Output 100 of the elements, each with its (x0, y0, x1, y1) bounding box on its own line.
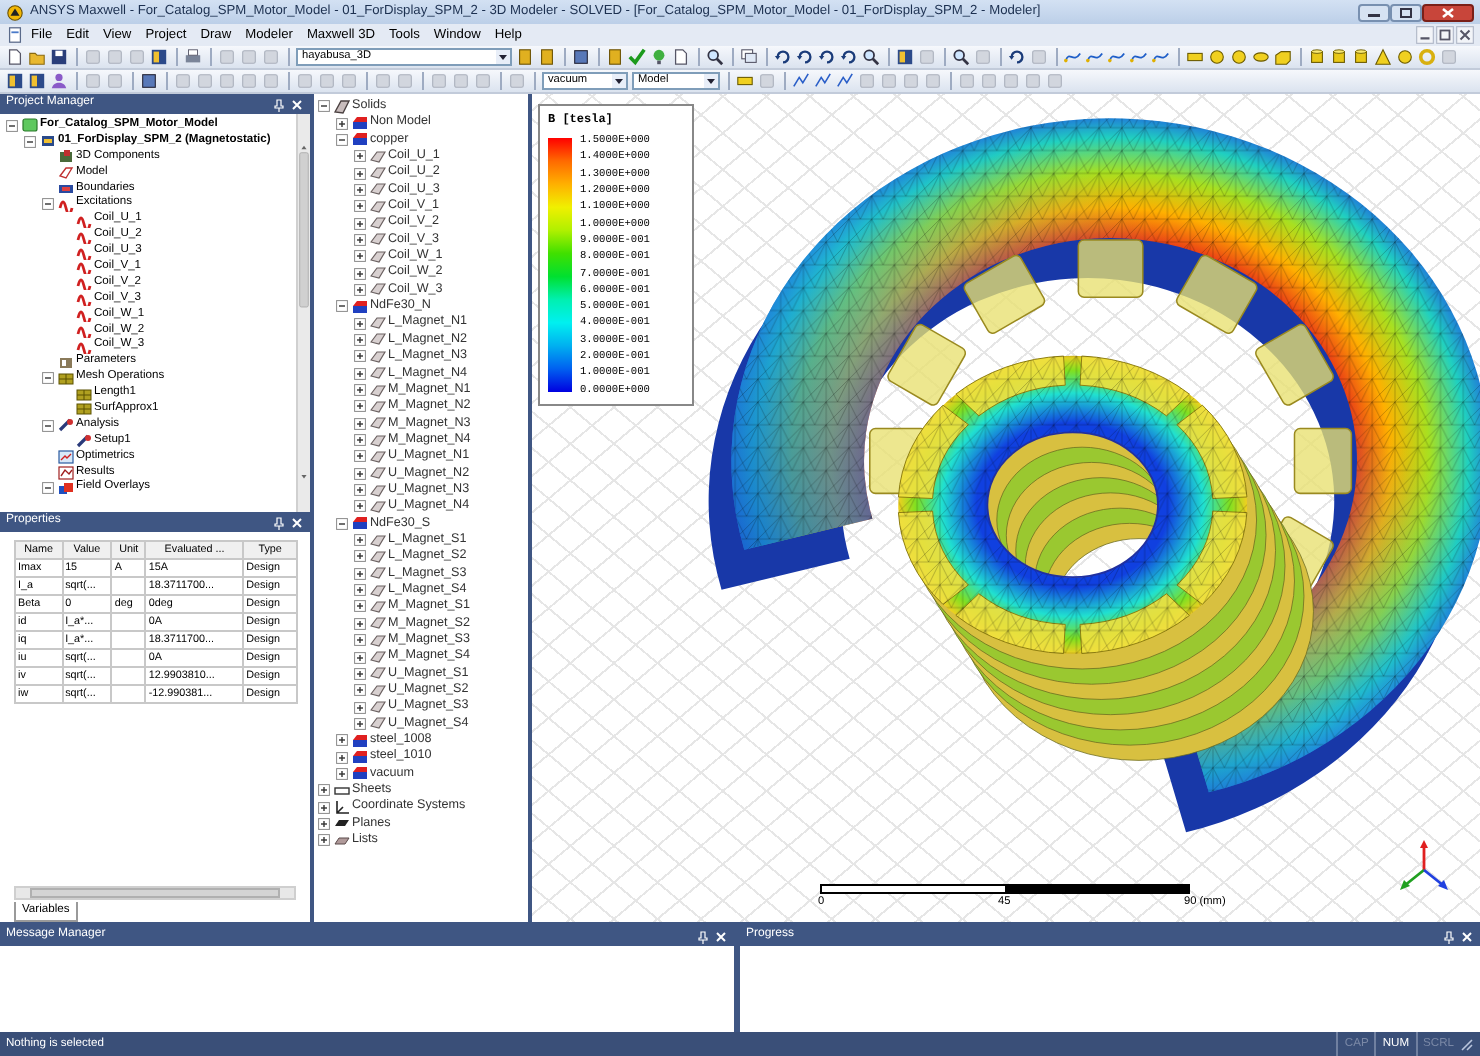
magnifier-icon[interactable] (706, 48, 724, 66)
curve-icon[interactable] (1064, 48, 1082, 66)
rectangle-icon[interactable] (1186, 48, 1204, 66)
expand-toggle[interactable] (336, 751, 348, 764)
cylinder-icon[interactable] (1352, 48, 1370, 66)
window-icon[interactable] (740, 48, 758, 66)
app-logo-icon (6, 3, 24, 21)
restore-icon[interactable] (1436, 26, 1454, 44)
maximize-icon[interactable] (1390, 3, 1422, 21)
cylinder-icon[interactable] (1308, 48, 1326, 66)
vertical-scrollbar[interactable] (296, 114, 310, 512)
expand-toggle[interactable] (354, 317, 366, 330)
expand-toggle[interactable] (354, 183, 366, 196)
minimize-icon[interactable] (1416, 26, 1434, 44)
expand-toggle[interactable] (354, 417, 366, 430)
panel-icon[interactable] (150, 48, 168, 66)
minimize-icon[interactable] (1358, 3, 1390, 21)
cube-icon[interactable] (572, 48, 590, 66)
person-icon[interactable] (50, 72, 68, 90)
expand-toggle[interactable] (354, 567, 366, 580)
expand-toggle[interactable] (318, 784, 330, 797)
expand-toggle[interactable] (354, 667, 366, 680)
expand-toggle[interactable] (354, 584, 366, 597)
expand-toggle[interactable] (354, 467, 366, 480)
expand-toggle[interactable] (354, 600, 366, 613)
expand-toggle[interactable] (354, 384, 366, 397)
check-icon[interactable] (628, 48, 646, 66)
expand-toggle[interactable] (354, 367, 366, 380)
expand-toggle[interactable] (42, 419, 54, 432)
circle-icon[interactable] (1396, 48, 1414, 66)
expand-toggle[interactable] (6, 119, 18, 132)
document-icon[interactable] (6, 26, 24, 44)
expand-toggle[interactable] (354, 217, 366, 230)
curve-icon[interactable] (1086, 48, 1104, 66)
magnifier-icon[interactable] (862, 48, 880, 66)
bulb-icon[interactable] (650, 48, 668, 66)
expand-toggle[interactable] (336, 133, 348, 146)
expand-toggle[interactable] (354, 617, 366, 630)
circle-icon[interactable] (1208, 48, 1226, 66)
expand-toggle[interactable] (354, 233, 366, 246)
curve-icon[interactable] (1152, 48, 1170, 66)
expand-toggle[interactable] (336, 734, 348, 747)
expand-toggle[interactable] (354, 167, 366, 180)
expand-toggle[interactable] (336, 300, 348, 313)
magnifier-icon[interactable] (952, 48, 970, 66)
rectangle-icon[interactable] (736, 72, 754, 90)
curve-icon[interactable] (1108, 48, 1126, 66)
pin-icon[interactable] (272, 97, 286, 111)
pin-icon[interactable] (272, 515, 286, 529)
cylinder-icon[interactable] (1330, 48, 1348, 66)
panel-icon[interactable] (6, 72, 24, 90)
expand-toggle[interactable] (354, 550, 366, 563)
curve-icon[interactable] (1130, 48, 1148, 66)
close-icon[interactable] (1422, 3, 1474, 21)
expand-toggle[interactable] (354, 400, 366, 413)
expand-toggle[interactable] (42, 198, 54, 211)
close-icon[interactable] (1456, 26, 1474, 44)
expand-toggle[interactable] (318, 834, 330, 847)
cube-icon[interactable] (140, 72, 158, 90)
rotate-icon[interactable] (1008, 48, 1026, 66)
design-icon (39, 134, 55, 149)
expand-toggle[interactable] (354, 267, 366, 280)
expand-toggle[interactable] (318, 100, 330, 113)
expand-toggle[interactable] (354, 717, 366, 730)
expand-toggle[interactable] (318, 801, 330, 814)
expand-toggle[interactable] (354, 250, 366, 263)
horizontal-scrollbar[interactable] (14, 886, 296, 900)
expand-toggle[interactable] (354, 634, 366, 647)
expand-toggle[interactable] (354, 200, 366, 213)
expand-toggle[interactable] (42, 482, 54, 495)
expand-toggle[interactable] (354, 684, 366, 697)
expand-toggle[interactable] (42, 372, 54, 385)
expand-toggle[interactable] (354, 350, 366, 363)
panel-icon[interactable] (896, 48, 914, 66)
expand-toggle[interactable] (354, 150, 366, 163)
pin-icon[interactable] (1442, 929, 1456, 943)
circle-icon[interactable] (1230, 48, 1248, 66)
expand-toggle[interactable] (336, 117, 348, 130)
expand-toggle[interactable] (354, 701, 366, 714)
printer-icon[interactable] (184, 48, 202, 66)
expand-toggle[interactable] (354, 500, 366, 513)
expand-toggle[interactable] (354, 283, 366, 296)
parameter-icon (57, 355, 73, 370)
expand-toggle[interactable] (354, 434, 366, 447)
expand-toggle[interactable] (354, 534, 366, 547)
panel-icon[interactable] (28, 72, 46, 90)
expand-toggle[interactable] (354, 651, 366, 664)
expand-toggle[interactable] (318, 817, 330, 830)
ellipse-icon[interactable] (1252, 48, 1270, 66)
pin-icon[interactable] (696, 929, 710, 943)
expand-toggle[interactable] (354, 333, 366, 346)
expand-toggle[interactable] (336, 767, 348, 780)
resize-grip-icon[interactable] (1460, 1037, 1474, 1051)
expand-toggle[interactable] (336, 517, 348, 530)
sheet-icon (333, 783, 349, 798)
expand-toggle[interactable] (354, 450, 366, 463)
overlay-icon (57, 481, 73, 496)
solid-icon (333, 99, 349, 114)
expand-toggle[interactable] (354, 484, 366, 497)
expand-toggle[interactable] (24, 135, 36, 148)
